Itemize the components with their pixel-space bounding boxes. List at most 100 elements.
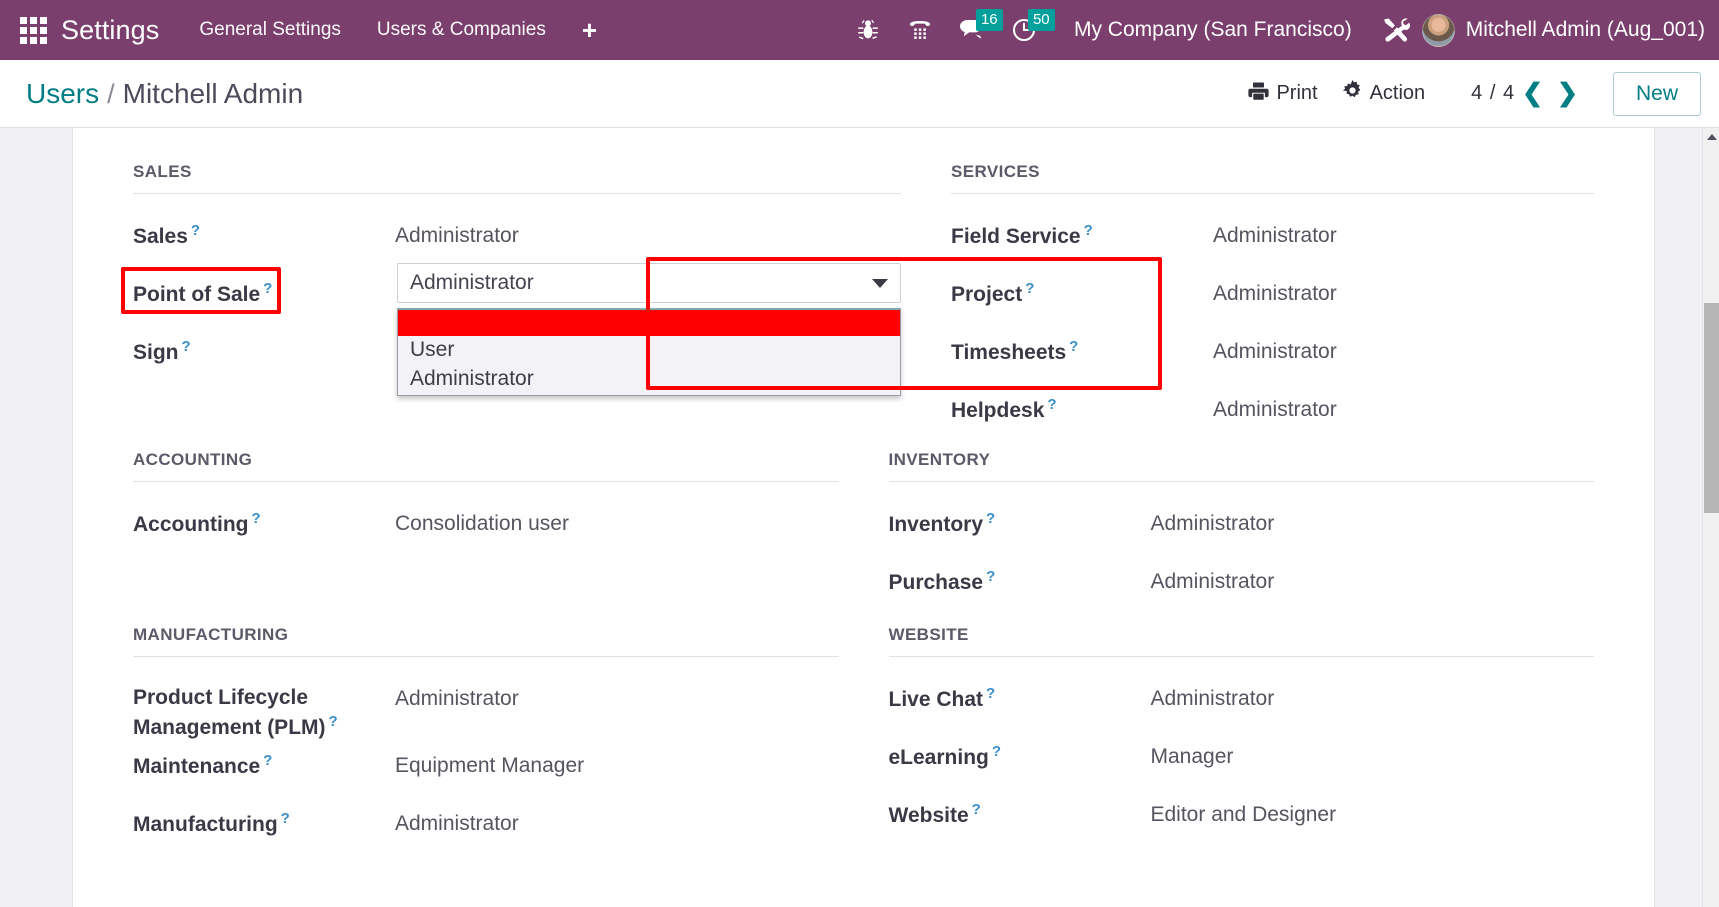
help-icon[interactable]: ? xyxy=(1069,338,1078,355)
avatar[interactable] xyxy=(1421,13,1455,47)
vertical-scrollbar[interactable] xyxy=(1702,128,1719,907)
option-empty[interactable] xyxy=(398,310,900,336)
control-panel: Users / Mitchell Admin Print Action 4 / … xyxy=(0,60,1719,128)
form-row-3: MANUFACTURING Product Lifecycle Manageme… xyxy=(133,625,1594,864)
field-value-project[interactable]: Administrator xyxy=(1213,276,1337,308)
breadcrumb-users[interactable]: Users xyxy=(26,78,99,110)
help-icon[interactable]: ? xyxy=(263,280,272,297)
field-label-live-chat: Live Chat? xyxy=(889,681,1151,714)
field-value-maintenance[interactable]: Equipment Manager xyxy=(395,748,584,780)
help-icon[interactable]: ? xyxy=(1047,396,1056,413)
breadcrumb-separator: / xyxy=(107,78,115,109)
field-value-live-chat[interactable]: Administrator xyxy=(1151,681,1275,713)
field-label-accounting: Accounting? xyxy=(133,506,395,539)
field-value-manufacturing[interactable]: Administrator xyxy=(395,806,519,838)
help-icon[interactable]: ? xyxy=(986,568,995,585)
option-user[interactable]: User xyxy=(398,336,900,365)
navbar-right-group: 16 50 My Company (San Francisco) Mitchel… xyxy=(842,0,1705,60)
field-value-timesheets[interactable]: Administrator xyxy=(1213,334,1337,366)
point-of-sale-options-list[interactable]: User Administrator xyxy=(397,308,901,397)
app-brand-settings[interactable]: Settings xyxy=(61,15,159,46)
field-label-text: Point of Sale xyxy=(133,283,261,306)
help-icon[interactable]: ? xyxy=(1084,222,1093,239)
menu-general-settings[interactable]: General Settings xyxy=(199,19,341,41)
help-icon[interactable]: ? xyxy=(281,810,290,827)
field-live-chat: Live Chat? Administrator xyxy=(889,681,1595,733)
field-plm: Product Lifecycle Management (PLM)? Admi… xyxy=(133,681,839,742)
field-value-inventory[interactable]: Administrator xyxy=(1151,506,1275,538)
help-icon[interactable]: ? xyxy=(329,713,338,730)
group-inventory: INVENTORY Inventory? Administrator Purch… xyxy=(888,450,1594,625)
form-scroll-area: SALES Sales? Administrator Point of Sale… xyxy=(0,128,1719,907)
field-label-website: Website? xyxy=(889,797,1151,830)
field-value-accounting[interactable]: Consolidation user xyxy=(395,506,569,538)
field-label-text: Sales xyxy=(133,225,188,248)
field-value-purchase[interactable]: Administrator xyxy=(1151,564,1275,596)
breadcrumb-current-record: Mitchell Admin xyxy=(122,77,304,109)
action-button[interactable]: Action xyxy=(1330,74,1438,113)
help-icon[interactable]: ? xyxy=(252,510,261,527)
field-value-field-service[interactable]: Administrator xyxy=(1213,218,1337,250)
field-maintenance: Maintenance? Equipment Manager xyxy=(133,748,839,800)
field-value-helpdesk[interactable]: Administrator xyxy=(1213,392,1337,424)
field-label-text: Website xyxy=(888,804,969,827)
help-icon[interactable]: ? xyxy=(182,338,191,355)
field-point-of-sale: Point of Sale? Administrator User Admini… xyxy=(121,257,1162,397)
menu-users-and-companies[interactable]: Users & Companies xyxy=(377,19,546,41)
field-label-purchase: Purchase? xyxy=(889,564,1151,597)
scrollbar-thumb[interactable] xyxy=(1704,303,1719,513)
field-timesheets: Timesheets? Administrator xyxy=(951,334,1594,386)
print-button[interactable]: Print xyxy=(1236,75,1329,113)
user-menu[interactable]: Mitchell Admin (Aug_001) xyxy=(1466,18,1705,42)
field-label-text: Product Lifecycle Management (PLM) xyxy=(133,686,326,739)
pager-counter[interactable]: 4 / 4 xyxy=(1471,82,1515,105)
help-icon[interactable]: ? xyxy=(986,510,995,527)
print-label: Print xyxy=(1276,82,1318,104)
scrollbar-up-arrow[interactable] xyxy=(1703,128,1719,145)
help-icon[interactable]: ? xyxy=(263,752,272,769)
group-title-services: SERVICES xyxy=(951,162,1594,194)
field-value-plm[interactable]: Administrator xyxy=(395,681,519,713)
top-navbar: Settings General Settings Users & Compan… xyxy=(0,0,1719,60)
field-field-service: Field Service? Administrator xyxy=(951,218,1594,270)
bug-icon[interactable] xyxy=(842,0,894,60)
field-label-plm: Product Lifecycle Management (PLM)? xyxy=(133,681,395,742)
field-label-field-service: Field Service? xyxy=(951,218,1213,251)
messages-icon[interactable]: 16 xyxy=(946,0,1003,60)
help-icon[interactable]: ? xyxy=(992,743,1001,760)
field-value-elearning[interactable]: Manager xyxy=(1151,739,1234,771)
group-title-inventory: INVENTORY xyxy=(888,450,1594,482)
point-of-sale-select-container: Administrator User Administrator xyxy=(395,257,1162,397)
help-icon[interactable]: ? xyxy=(986,685,995,702)
activities-clock-icon[interactable]: 50 xyxy=(998,0,1055,60)
wrench-screwdriver-icon[interactable] xyxy=(1370,0,1422,60)
field-manufacturing: Manufacturing? Administrator xyxy=(133,806,839,858)
field-label-maintenance: Maintenance? xyxy=(133,748,395,781)
field-label-text: Maintenance xyxy=(133,754,261,778)
help-icon[interactable]: ? xyxy=(972,801,981,818)
field-label-text: Timesheets xyxy=(951,341,1067,364)
company-switcher[interactable]: My Company (San Francisco) xyxy=(1074,18,1352,42)
field-value-sales[interactable]: Administrator xyxy=(395,218,519,250)
field-label-inventory: Inventory? xyxy=(889,506,1151,539)
new-button[interactable]: New xyxy=(1612,71,1701,116)
option-administrator[interactable]: Administrator xyxy=(398,365,900,394)
activities-badge: 50 xyxy=(1027,9,1055,31)
gear-icon xyxy=(1342,80,1363,107)
help-icon[interactable]: ? xyxy=(1025,280,1034,297)
help-icon[interactable]: ? xyxy=(191,222,200,239)
control-panel-actions: Print Action 4 / 4 ❮ ❯ New xyxy=(1236,71,1701,116)
group-sales: SALES Sales? Administrator Point of Sale… xyxy=(121,162,1162,450)
form-sheet: SALES Sales? Administrator Point of Sale… xyxy=(72,128,1655,907)
field-label-sign: Sign? xyxy=(133,334,395,367)
field-value-website[interactable]: Editor and Designer xyxy=(1151,797,1337,829)
field-label-text: Purchase xyxy=(888,571,984,594)
dialpad-icon[interactable] xyxy=(894,0,946,60)
point-of-sale-select[interactable]: Administrator xyxy=(397,263,901,303)
apps-grid-icon[interactable] xyxy=(20,16,47,44)
pager-previous-button[interactable]: ❮ xyxy=(1515,81,1550,106)
menu-plus-button[interactable]: + xyxy=(582,17,597,43)
pager-next-button[interactable]: ❯ xyxy=(1550,81,1585,106)
chevron-down-icon xyxy=(872,278,888,288)
field-website: Website? Editor and Designer xyxy=(889,797,1595,849)
